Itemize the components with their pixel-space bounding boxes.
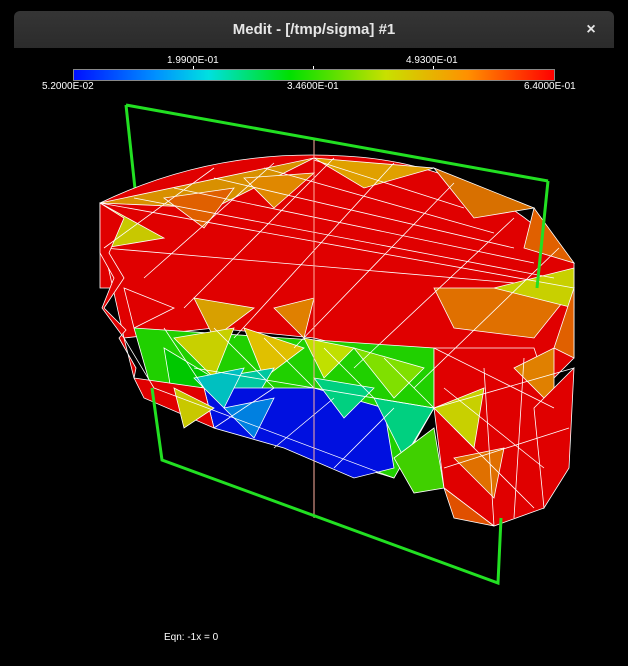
mesh-render	[99, 103, 576, 586]
clip-equation: Eqn: -1x = 0	[164, 632, 219, 643]
window-title: Medit - [/tmp/sigma] #1	[232, 21, 396, 38]
title-bar[interactable]: Medit - [/tmp/sigma] #1 ×	[14, 11, 614, 49]
close-icon[interactable]: ×	[580, 19, 602, 41]
render-viewport[interactable]: 1.9900E-01 4.9300E-01 5.2000E-02 3.4600E…	[14, 48, 614, 666]
sigma-mesh	[99, 154, 576, 527]
medit-window: Medit - [/tmp/sigma] #1 × 1.9900E-01 4.9…	[0, 0, 628, 666]
clip-plane-left-edge-upper	[124, 104, 138, 199]
